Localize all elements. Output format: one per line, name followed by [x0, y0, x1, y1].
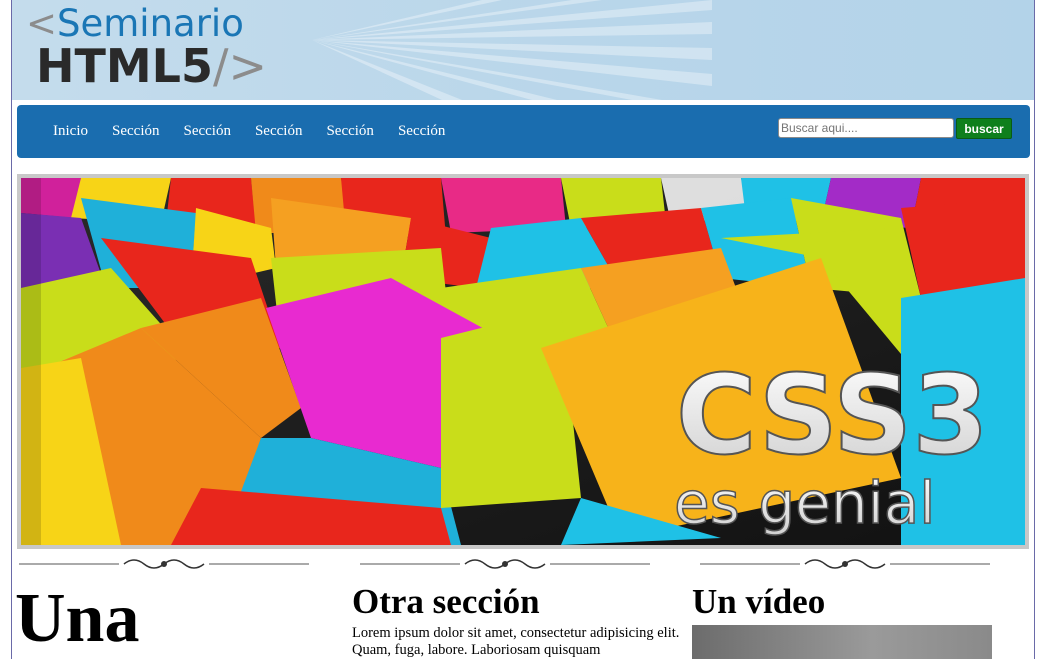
search-button[interactable]: buscar [956, 118, 1012, 139]
video-player[interactable] [692, 625, 992, 659]
column-2-heading: Otra sección [352, 582, 540, 621]
banner-title: CSS3 [676, 351, 989, 479]
nav-item-seccion-2[interactable]: Sección [183, 123, 230, 140]
ornament-divider-1 [19, 559, 309, 569]
logo-word-html5: HTML5 [36, 39, 213, 93]
nav-item-seccion-5[interactable]: Sección [398, 123, 445, 140]
main-navigation: Inicio Sección Sección Sección Sección S… [17, 105, 1030, 158]
site-header: <Seminario HTML5/> [12, 0, 1034, 100]
banner-subtitle: es genial [674, 469, 935, 537]
nav-item-seccion-4[interactable]: Sección [326, 123, 373, 140]
logo-bracket-close: /> [212, 39, 268, 93]
ornament-divider-2 [360, 559, 650, 569]
nav-item-seccion-1[interactable]: Sección [112, 123, 159, 140]
column-3-heading: Un vídeo [692, 582, 826, 621]
nav-item-seccion-3[interactable]: Sección [255, 123, 302, 140]
column-2-paragraph: Lorem ipsum dolor sit amet, consectetur … [352, 625, 680, 658]
column-1-heading: Una [15, 580, 140, 657]
search-input[interactable] [778, 118, 954, 138]
banner-image: CSS3 es genial [21, 178, 1025, 545]
ornament-divider-3 [700, 559, 990, 569]
nav-item-inicio[interactable]: Inicio [53, 123, 88, 140]
page-container: <Seminario HTML5/> Inicio Sección Secció… [11, 0, 1035, 659]
hero-banner: CSS3 es genial [17, 174, 1029, 549]
nav-links: Inicio Sección Sección Sección Sección S… [53, 105, 469, 158]
